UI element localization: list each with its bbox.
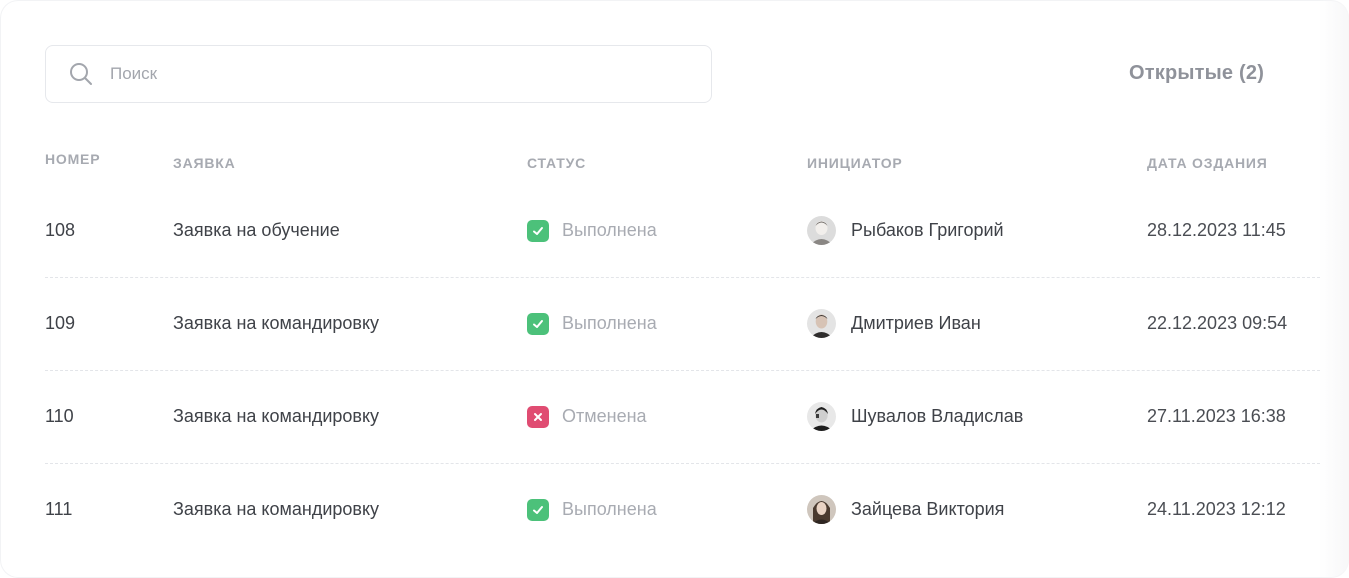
- table-row[interactable]: 109 Заявка на командировку Выполнена Дми…: [45, 277, 1320, 371]
- column-header-request[interactable]: ЗАЯВКА: [173, 155, 236, 171]
- avatar: [807, 216, 836, 245]
- status-label: Выполнена: [562, 499, 657, 519]
- column-header-date[interactable]: ДАТА ОЗДАНИЯ: [1147, 155, 1268, 171]
- check-icon: [527, 219, 549, 242]
- requests-card: Открытые (2) НОМЕР ЗАЯВКА СТАТУС ИНИЦИАТ…: [0, 0, 1349, 578]
- initiator-name: Шувалов Владислав: [851, 406, 1024, 426]
- check-icon: [527, 312, 549, 335]
- avatar: [807, 495, 836, 524]
- row-date: 28.12.2023 11:45: [1147, 220, 1286, 240]
- column-header-status[interactable]: СТАТУС: [527, 155, 586, 171]
- row-number: 110: [45, 406, 74, 426]
- row-date: 27.11.2023 16:38: [1147, 406, 1286, 426]
- scroll-fade: [1319, 0, 1349, 578]
- search-box[interactable]: [45, 45, 712, 103]
- row-status: Отменена: [527, 370, 647, 463]
- row-date: 22.12.2023 09:54: [1147, 313, 1288, 333]
- status-label: Выполнена: [562, 313, 657, 333]
- row-number: 108: [45, 220, 76, 240]
- row-request[interactable]: Заявка на командировку: [173, 463, 379, 556]
- row-initiator[interactable]: Зайцева Виктория: [807, 463, 1004, 556]
- tab-open[interactable]: Открытые (2): [1129, 62, 1264, 85]
- x-icon: [527, 405, 549, 428]
- row-status: Выполнена: [527, 463, 657, 556]
- row-request[interactable]: Заявка на командировку: [173, 370, 379, 463]
- row-number: 109: [45, 313, 76, 333]
- initiator-name: Дмитриев Иван: [851, 313, 981, 333]
- row-date: 24.11.2023 12:12: [1147, 499, 1286, 519]
- search-input[interactable]: [108, 63, 672, 85]
- table-row[interactable]: 110 Заявка на командировку Отменена Шува…: [45, 370, 1320, 464]
- avatar: [807, 309, 836, 338]
- row-number: 111: [45, 499, 73, 519]
- status-label: Отменена: [562, 406, 647, 426]
- avatar: [807, 402, 836, 431]
- table-row[interactable]: 108 Заявка на обучение Выполнена Рыбаков…: [45, 184, 1320, 278]
- initiator-name: Зайцева Виктория: [851, 499, 1005, 519]
- row-initiator[interactable]: Рыбаков Григорий: [807, 184, 1004, 277]
- status-label: Выполнена: [562, 220, 657, 240]
- check-icon: [527, 498, 549, 521]
- row-request[interactable]: Заявка на обучение: [173, 184, 340, 277]
- search-icon: [68, 61, 94, 87]
- column-header-number[interactable]: НОМЕР: [45, 151, 100, 167]
- row-initiator[interactable]: Шувалов Владислав: [807, 370, 1023, 463]
- column-header-initiator[interactable]: ИНИЦИАТОР: [807, 155, 903, 171]
- initiator-name: Рыбаков Григорий: [851, 220, 1004, 240]
- row-initiator[interactable]: Дмитриев Иван: [807, 277, 981, 370]
- table-row[interactable]: 111 Заявка на командировку Выполнена Зай…: [45, 463, 1320, 556]
- row-request[interactable]: Заявка на командировку: [173, 277, 379, 370]
- row-status: Выполнена: [527, 277, 657, 370]
- row-status: Выполнена: [527, 184, 657, 277]
